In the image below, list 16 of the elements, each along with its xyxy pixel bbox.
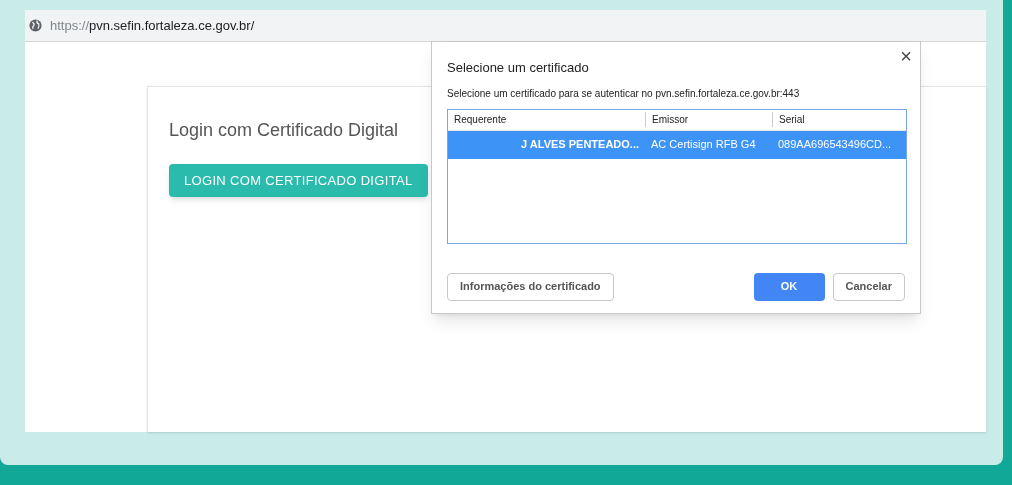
globe-icon (29, 19, 42, 32)
page-heading: Login com Certificado Digital (169, 119, 399, 142)
table-cell-text: 089AA696543496CD... (777, 137, 889, 153)
dialog-title: Selecione um certificado (447, 59, 590, 77)
cancel-button[interactable]: Cancelar (832, 272, 905, 301)
close-button[interactable]: × (900, 46, 912, 66)
column-header[interactable]: Emissor (652, 112, 689, 127)
table-cell-text: AC Certisign RFB G4 (650, 137, 757, 153)
column-header[interactable]: Requerente (454, 112, 507, 127)
ok-button[interactable]: OK (753, 272, 825, 301)
url-text: https://pvn.sefin.fortaleza.ce.gov.br/ (50, 16, 255, 35)
column-header[interactable]: Serial (779, 112, 805, 127)
table-cell-text: J ALVES PENTEADO... (520, 137, 640, 153)
certificate-info-button[interactable]: Informações do certificado (447, 272, 614, 301)
address-bar[interactable]: https://pvn.sefin.fortaleza.ce.gov.br/ (25, 10, 986, 42)
dialog-message: Selecione um certificado para se autenticar no pvn.sefin.fortaleza.ce.gov.br:443 (447, 86, 801, 101)
